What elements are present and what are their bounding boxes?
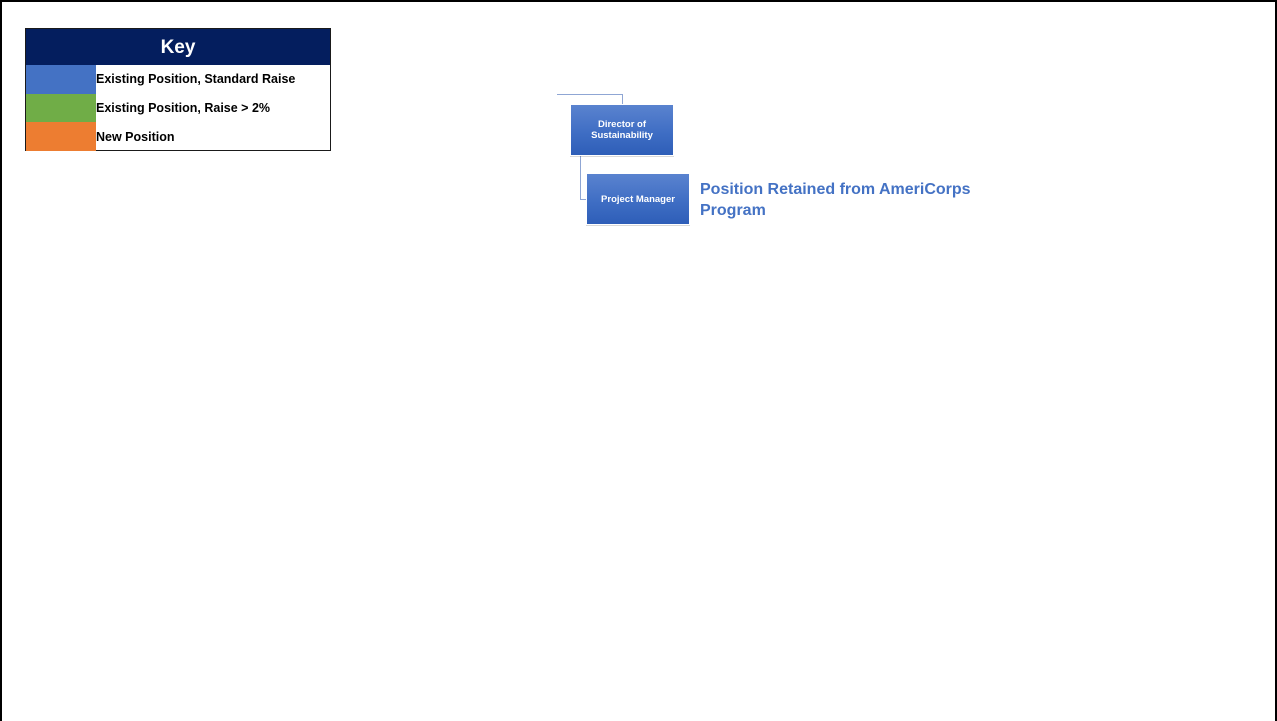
connector-top-horizontal	[557, 94, 623, 95]
org-node-label: Director of Sustainability	[591, 119, 653, 141]
legend-label: Existing Position, Raise > 2%	[96, 101, 271, 116]
legend-title: Key	[26, 29, 330, 65]
legend-label: Existing Position, Standard Raise	[96, 72, 296, 87]
connector-child-vertical	[580, 156, 581, 200]
legend-swatch-blue	[26, 65, 96, 94]
legend-swatch-green	[26, 93, 96, 123]
position-retained-note: Position Retained from AmeriCorps Progra…	[700, 181, 971, 219]
legend-swatch-orange	[26, 122, 96, 152]
org-node-project-manager: Project Manager	[586, 173, 690, 225]
legend-key: Key Existing Position, Standard Raise Ex…	[25, 28, 331, 152]
legend-item-new-position: New Position	[26, 122, 330, 152]
org-node-label: Project Manager	[601, 193, 675, 205]
legend-item-raise-over-2: Existing Position, Raise > 2%	[26, 93, 330, 123]
org-node-director: Director of Sustainability	[570, 104, 674, 156]
legend-item-standard-raise: Existing Position, Standard Raise	[26, 65, 330, 94]
legend-label: New Position	[96, 129, 175, 144]
